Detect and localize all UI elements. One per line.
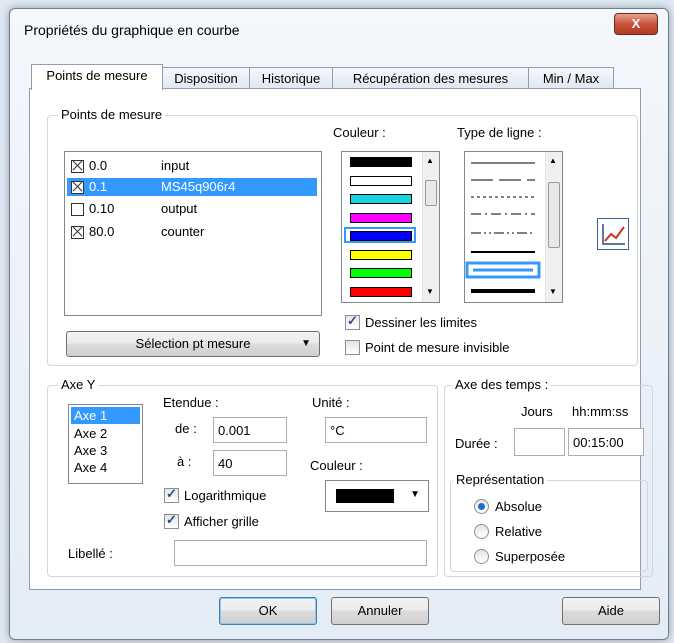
color-swatch [336,489,394,503]
list-item[interactable]: 0.0 input [67,157,317,175]
tab-historique[interactable]: Historique [249,67,333,90]
selection-pt-mesure-button[interactable]: Sélection pt mesure ▼ [66,331,320,357]
libelle-input[interactable] [174,540,427,566]
ok-button[interactable]: OK [219,597,317,625]
line-type-list[interactable]: ▲ ▼ [464,151,563,303]
relative-label: Relative [495,524,542,539]
scroll-down-icon[interactable]: ▼ [549,287,557,296]
afficher-grille-checkbox[interactable] [164,512,179,529]
chart-icon[interactable] [597,218,629,250]
a-input[interactable]: 40 [213,450,287,476]
tab-points-de-mesure[interactable]: Points de mesure [31,64,163,90]
color-swatch[interactable] [350,212,412,223]
logarithmique-label: Logarithmique [184,488,267,503]
checkbox-icon[interactable] [71,226,84,239]
color-swatch[interactable] [350,249,412,260]
color-swatch[interactable] [350,175,412,186]
superposee-radio[interactable] [474,549,489,564]
jours-input[interactable] [514,428,565,456]
logarithmique-checkbox[interactable] [164,486,179,503]
de-input[interactable]: 0.001 [213,417,287,443]
etendue-label: Etendue : [163,395,219,410]
afficher-grille-label: Afficher grille [184,514,259,529]
point-invisible-label: Point de mesure invisible [365,340,510,355]
scroll-up-icon[interactable]: ▲ [549,156,557,165]
chevron-down-icon: ▼ [301,338,311,349]
color-scrollbar[interactable]: ▲ ▼ [422,152,439,302]
scroll-thumb[interactable] [425,180,437,206]
list-item[interactable]: 0.10 output [67,200,317,218]
unite-label: Unité : [312,395,350,410]
annuler-button[interactable]: Annuler [331,597,429,625]
couleur-y-dropdown[interactable]: ▼ [325,480,429,512]
chevron-down-icon: ▼ [410,489,420,500]
color-swatch[interactable] [350,268,412,278]
line-types-svg [465,162,541,293]
color-list[interactable]: ▲ ▼ [341,151,440,303]
list-item[interactable]: 80.0 counter [67,223,317,241]
point-invisible-checkbox[interactable] [345,340,360,355]
tab-min-max[interactable]: Min / Max [528,67,614,90]
hms-input[interactable]: 00:15:00 [568,428,644,456]
absolue-label: Absolue [495,499,542,514]
duree-label: Durée : [455,436,498,451]
points-list[interactable]: 0.0 input 0.1 MS45q906r4 0.10 output 80.… [64,151,322,316]
list-item[interactable]: 0.1 MS45q906r4 [67,178,317,196]
list-item[interactable]: Axe 2 [74,425,107,442]
couleur-y-label: Couleur : [310,458,363,473]
a-label: à : [177,454,192,469]
list-item[interactable]: Axe 1 [71,407,140,424]
tab-disposition[interactable]: Disposition [162,67,250,90]
color-swatch[interactable] [350,286,412,297]
scroll-up-icon[interactable]: ▲ [426,156,434,165]
relative-radio[interactable] [474,524,489,539]
color-swatch[interactable] [350,194,412,204]
jours-label: Jours [521,404,553,419]
tab-recuperation[interactable]: Récupération des mesures [332,67,529,90]
checkbox-icon[interactable] [71,181,84,194]
absolue-radio[interactable] [474,499,489,514]
dessiner-limites-checkbox[interactable] [345,313,360,330]
dessiner-limites-label: Dessiner les limites [365,315,477,330]
axes-list[interactable]: Axe 1 Axe 2 Axe 3 Axe 4 [68,404,143,484]
scroll-down-icon[interactable]: ▼ [426,287,434,296]
list-item[interactable]: Axe 4 [74,459,107,476]
hms-label: hh:mm:ss [572,404,629,419]
type-ligne-label: Type de ligne : [457,125,542,140]
scroll-thumb[interactable] [548,182,560,248]
checkbox-icon[interactable] [71,203,84,216]
title-bar: Propriétés du graphique en courbe X [10,9,668,49]
axe-y-legend: Axe Y [58,377,99,392]
couleur-label: Couleur : [333,125,386,140]
representation-legend: Représentation [453,472,548,487]
line-scrollbar[interactable]: ▲ ▼ [545,152,562,302]
libelle-label: Libellé : [68,546,113,561]
color-swatch[interactable] [350,157,412,167]
dialog-title: Propriétés du graphique en courbe [24,22,240,38]
superposee-label: Superposée [495,549,566,564]
aide-button[interactable]: Aide [562,597,660,625]
points-group-legend: Points de mesure [58,107,166,122]
list-item[interactable]: Axe 3 [74,442,107,459]
color-swatch[interactable] [350,231,412,241]
de-label: de : [175,421,197,436]
unite-input[interactable]: °C [325,417,427,443]
checkbox-icon[interactable] [71,160,84,173]
axe-temps-legend: Axe des temps : [452,377,552,392]
close-button[interactable]: X [614,13,658,35]
